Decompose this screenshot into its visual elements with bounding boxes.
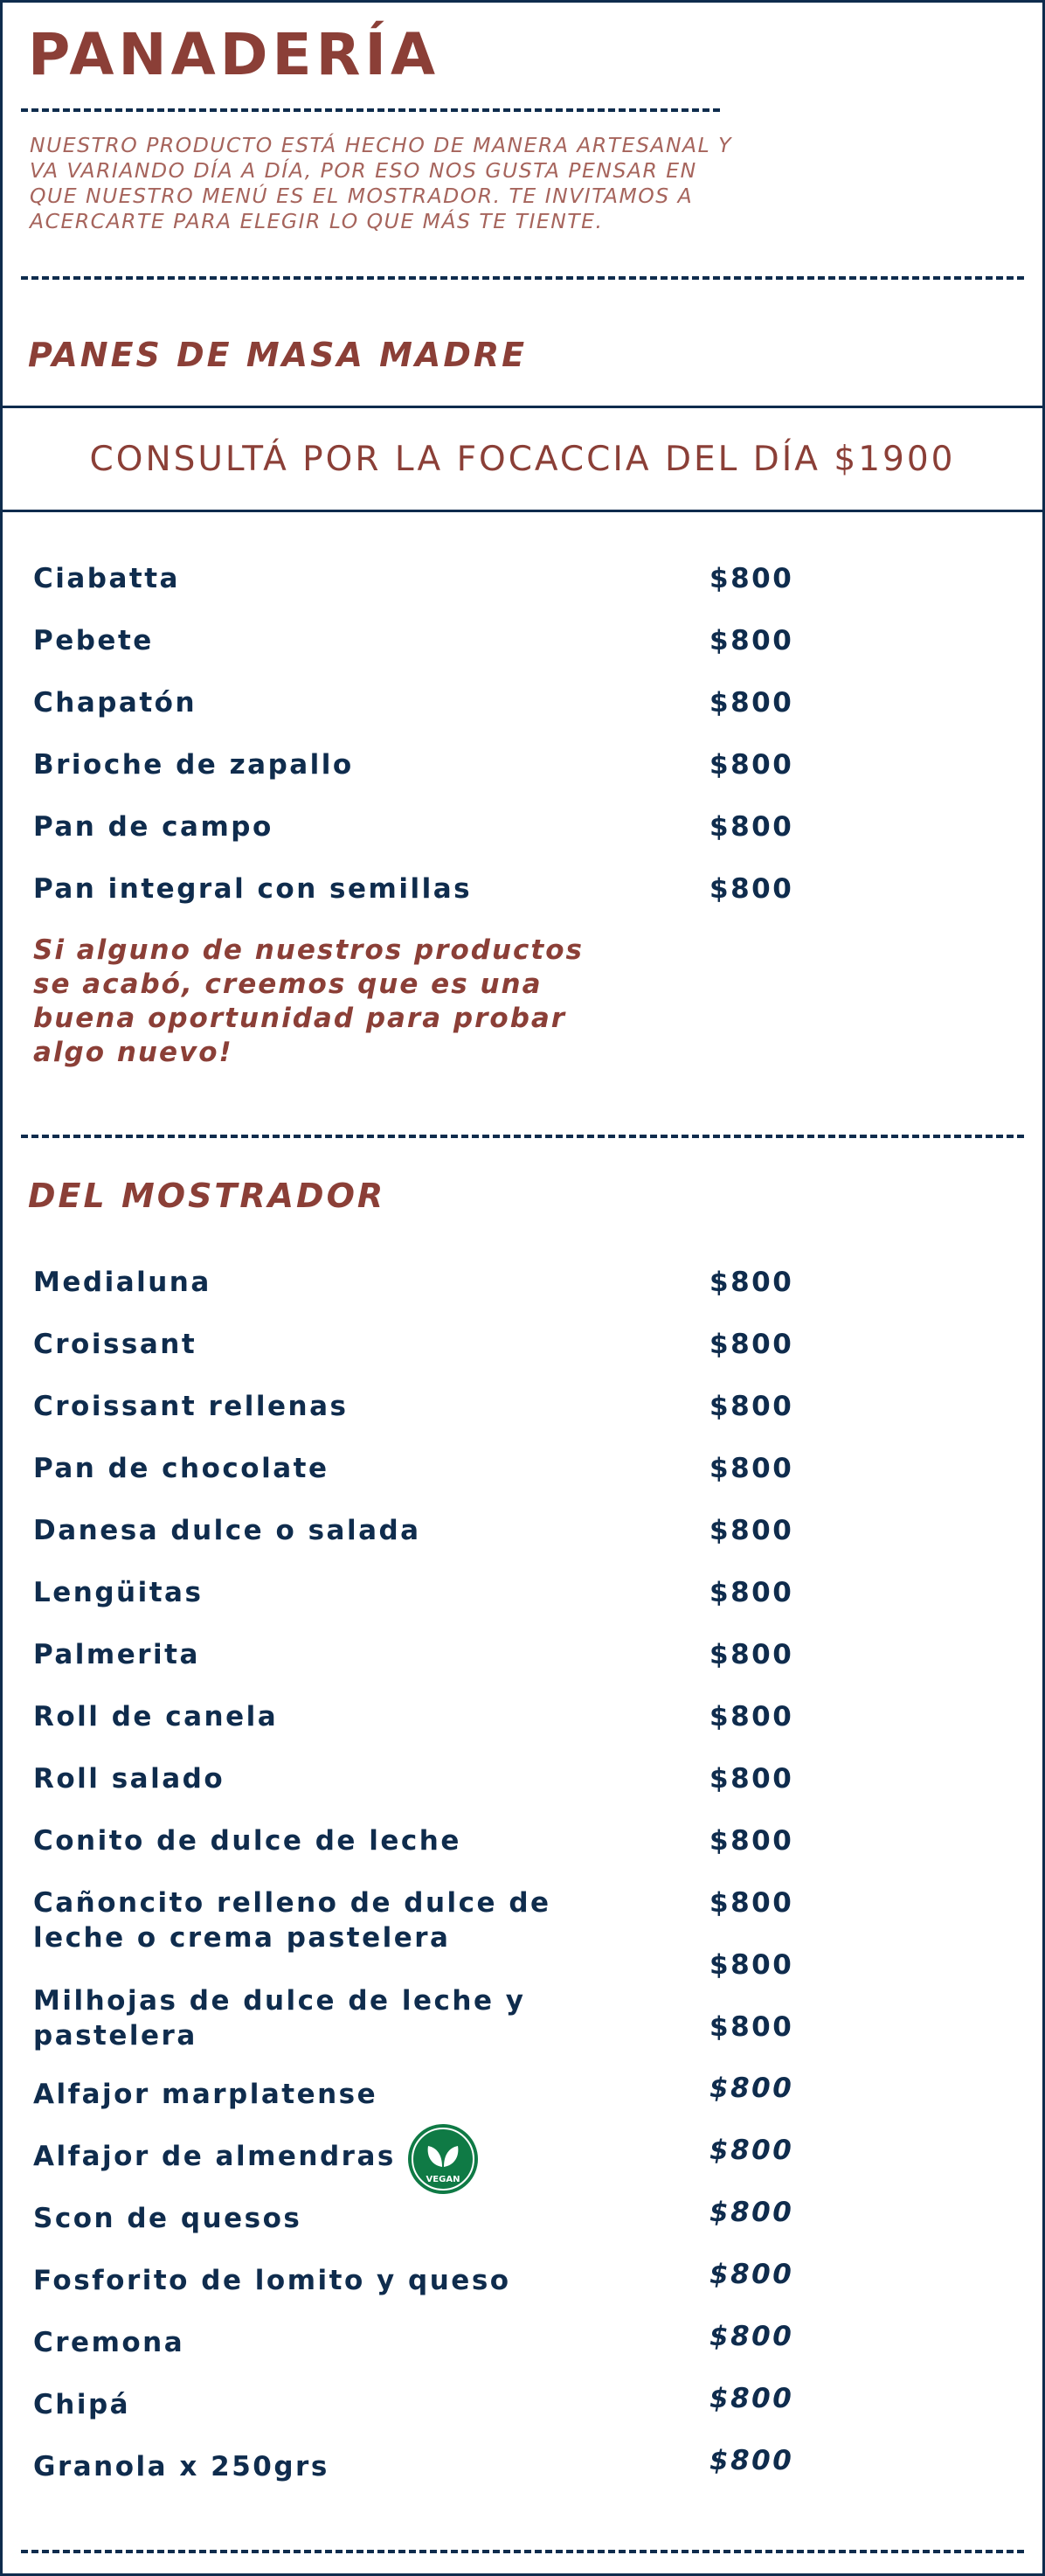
section-title-mostrador: DEL MOSTRADOR bbox=[28, 1177, 386, 1215]
item-name: Roll de canela bbox=[33, 1701, 279, 1732]
item-price: $800 bbox=[709, 1949, 794, 1981]
item-name: Scon de quesos bbox=[33, 2203, 302, 2234]
note-text: Si alguno de nuestros productos se acabó… bbox=[33, 934, 584, 1068]
item-price: $800 bbox=[709, 1453, 794, 1484]
item-price: $800 bbox=[709, 2383, 794, 2414]
banner-text: CONSULTÁ POR LA FOCACCIA DEL DÍA $1900 bbox=[89, 439, 956, 479]
item-price: $800 bbox=[709, 1267, 794, 1298]
item-name: Lengüitas bbox=[33, 1577, 204, 1608]
item-name: Roll salado bbox=[33, 1763, 225, 1795]
item-name: Alfajor marplatense bbox=[33, 2079, 378, 2110]
item-name: Ciabatta bbox=[33, 563, 180, 594]
item-price: $800 bbox=[709, 1515, 794, 1546]
item-name: Medialuna bbox=[33, 1267, 211, 1298]
item-price: $800 bbox=[709, 2259, 794, 2290]
item-name: Milhojas de dulce de leche y pastelera bbox=[33, 1985, 526, 2052]
item-name: Pan integral con semillas bbox=[33, 873, 473, 905]
item-price: $800 bbox=[709, 687, 794, 719]
item-name: Cremona bbox=[33, 2327, 185, 2358]
item-name: Palmerita bbox=[33, 1639, 200, 1670]
item-price: $800 bbox=[709, 1577, 794, 1608]
intro-text: NUESTRO PRODUCTO ESTÁ HECHO DE MANERA AR… bbox=[30, 133, 733, 233]
item-name: Croissant rellenas bbox=[33, 1391, 349, 1422]
divider bbox=[21, 108, 720, 112]
item-price: $800 bbox=[709, 1639, 794, 1670]
item-price: $800 bbox=[709, 2011, 794, 2043]
divider bbox=[21, 1135, 1024, 1138]
item-name: Danesa dulce o salada bbox=[33, 1515, 421, 1546]
item-price: $800 bbox=[709, 625, 794, 656]
item-name: Pan de campo bbox=[33, 811, 273, 843]
item-name: Brioche de zapallo bbox=[33, 749, 354, 781]
item-name: Pan de chocolate bbox=[33, 1453, 329, 1484]
item-name: Chipá bbox=[33, 2389, 131, 2420]
item-price: $800 bbox=[709, 2073, 794, 2104]
section-title-panes: PANES DE MASA MADRE bbox=[28, 336, 528, 374]
item-name: Chapatón bbox=[33, 687, 197, 719]
item-price: $800 bbox=[709, 1887, 794, 1919]
focaccia-banner: CONSULTÁ POR LA FOCACCIA DEL DÍA $1900 bbox=[0, 406, 1045, 512]
item-price: $800 bbox=[709, 2135, 794, 2166]
item-price: $800 bbox=[709, 1763, 794, 1795]
divider bbox=[21, 276, 1024, 280]
item-price: $800 bbox=[709, 1825, 794, 1857]
item-price: $800 bbox=[709, 2445, 794, 2476]
item-name: Cañoncito relleno de dulce de leche o cr… bbox=[33, 1887, 551, 1954]
item-price: $800 bbox=[709, 563, 794, 594]
vegan-leaf-icon: VEGAN bbox=[407, 2123, 479, 2195]
item-price: $800 bbox=[709, 811, 794, 843]
item-price: $800 bbox=[709, 1391, 794, 1422]
item-name: Conito de dulce de leche bbox=[33, 1825, 461, 1857]
item-name: Pebete bbox=[33, 625, 154, 656]
vegan-badge-text: VEGAN bbox=[426, 2175, 460, 2184]
item-price: $800 bbox=[709, 2197, 794, 2228]
item-name: Alfajor de almendras bbox=[33, 2141, 396, 2172]
page-title: PANADERÍA bbox=[28, 21, 440, 88]
item-name: Croissant bbox=[33, 1329, 197, 1360]
item-name: Fosforito de lomito y queso bbox=[33, 2265, 511, 2296]
item-price: $800 bbox=[709, 1329, 794, 1360]
item-price: $800 bbox=[709, 749, 794, 781]
item-name: Granola x 250grs bbox=[33, 2451, 329, 2482]
item-price: $800 bbox=[709, 873, 794, 905]
item-price: $800 bbox=[709, 2321, 794, 2352]
divider bbox=[21, 2550, 1024, 2553]
item-price: $800 bbox=[709, 1701, 794, 1732]
